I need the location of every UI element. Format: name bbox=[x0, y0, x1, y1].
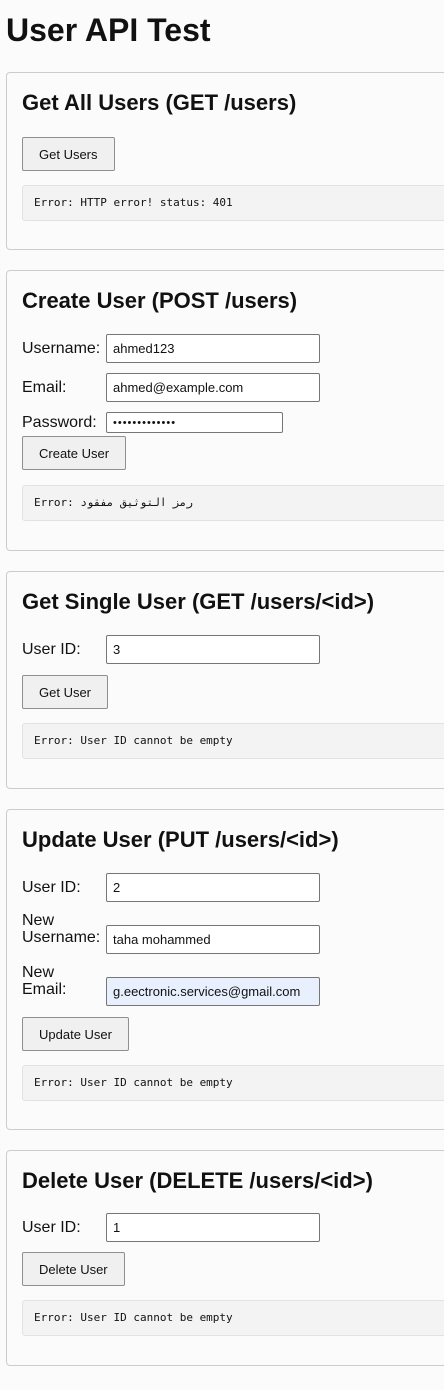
get-users-button[interactable]: Get Users bbox=[22, 137, 115, 171]
new-username-label: New Username: bbox=[22, 912, 101, 946]
delete-user-output: Error: User ID cannot be empty bbox=[22, 1300, 444, 1336]
update-user-id-input[interactable] bbox=[106, 873, 320, 902]
create-user-output: Error: رمز التوثيق مفقود bbox=[22, 485, 444, 521]
get-single-user-heading: Get Single User (GET /users/<id>) bbox=[22, 589, 375, 614]
get-all-users-heading: Get All Users (GET /users) bbox=[22, 90, 297, 115]
update-user-heading: Update User (PUT /users/<id>) bbox=[22, 827, 339, 852]
get-user-button[interactable]: Get User bbox=[22, 675, 109, 709]
new-username-input[interactable] bbox=[106, 925, 320, 954]
email-label: Email: bbox=[22, 379, 67, 396]
username-label: Username: bbox=[22, 340, 101, 357]
delete-user-heading: Delete User (DELETE /users/<id>) bbox=[22, 1168, 373, 1193]
user-id-label: User ID: bbox=[22, 879, 81, 896]
get-single-user-card: Get Single User (GET /users/<id>) User I… bbox=[6, 571, 444, 789]
password-input[interactable] bbox=[106, 412, 283, 433]
email-input[interactable] bbox=[106, 373, 320, 402]
get-single-user-output: Error: User ID cannot be empty bbox=[22, 723, 444, 759]
create-user-button[interactable]: Create User bbox=[22, 436, 127, 470]
get-all-users-card: Get All Users (GET /users) Get Users Err… bbox=[6, 72, 444, 250]
get-all-users-output: Error: HTTP error! status: 401 bbox=[22, 185, 444, 221]
page-title: User API Test bbox=[6, 12, 211, 48]
delete-user-id-input[interactable] bbox=[106, 1213, 320, 1242]
create-user-heading: Create User (POST /users) bbox=[22, 288, 298, 313]
create-user-card: Create User (POST /users) Username: Emai… bbox=[6, 270, 444, 551]
username-input[interactable] bbox=[106, 334, 320, 363]
password-label: Password: bbox=[22, 414, 97, 431]
get-user-id-input[interactable] bbox=[106, 635, 320, 664]
user-id-label: User ID: bbox=[22, 1219, 81, 1236]
delete-user-card: Delete User (DELETE /users/<id>) User ID… bbox=[6, 1150, 444, 1366]
update-user-output: Error: User ID cannot be empty bbox=[22, 1065, 444, 1101]
new-email-input[interactable] bbox=[106, 977, 320, 1006]
update-user-button[interactable]: Update User bbox=[22, 1017, 129, 1051]
update-user-card: Update User (PUT /users/<id>) User ID: N… bbox=[6, 809, 444, 1130]
user-id-label: User ID: bbox=[22, 641, 81, 658]
delete-user-button[interactable]: Delete User bbox=[22, 1252, 125, 1286]
new-email-label: New Email: bbox=[22, 964, 67, 998]
